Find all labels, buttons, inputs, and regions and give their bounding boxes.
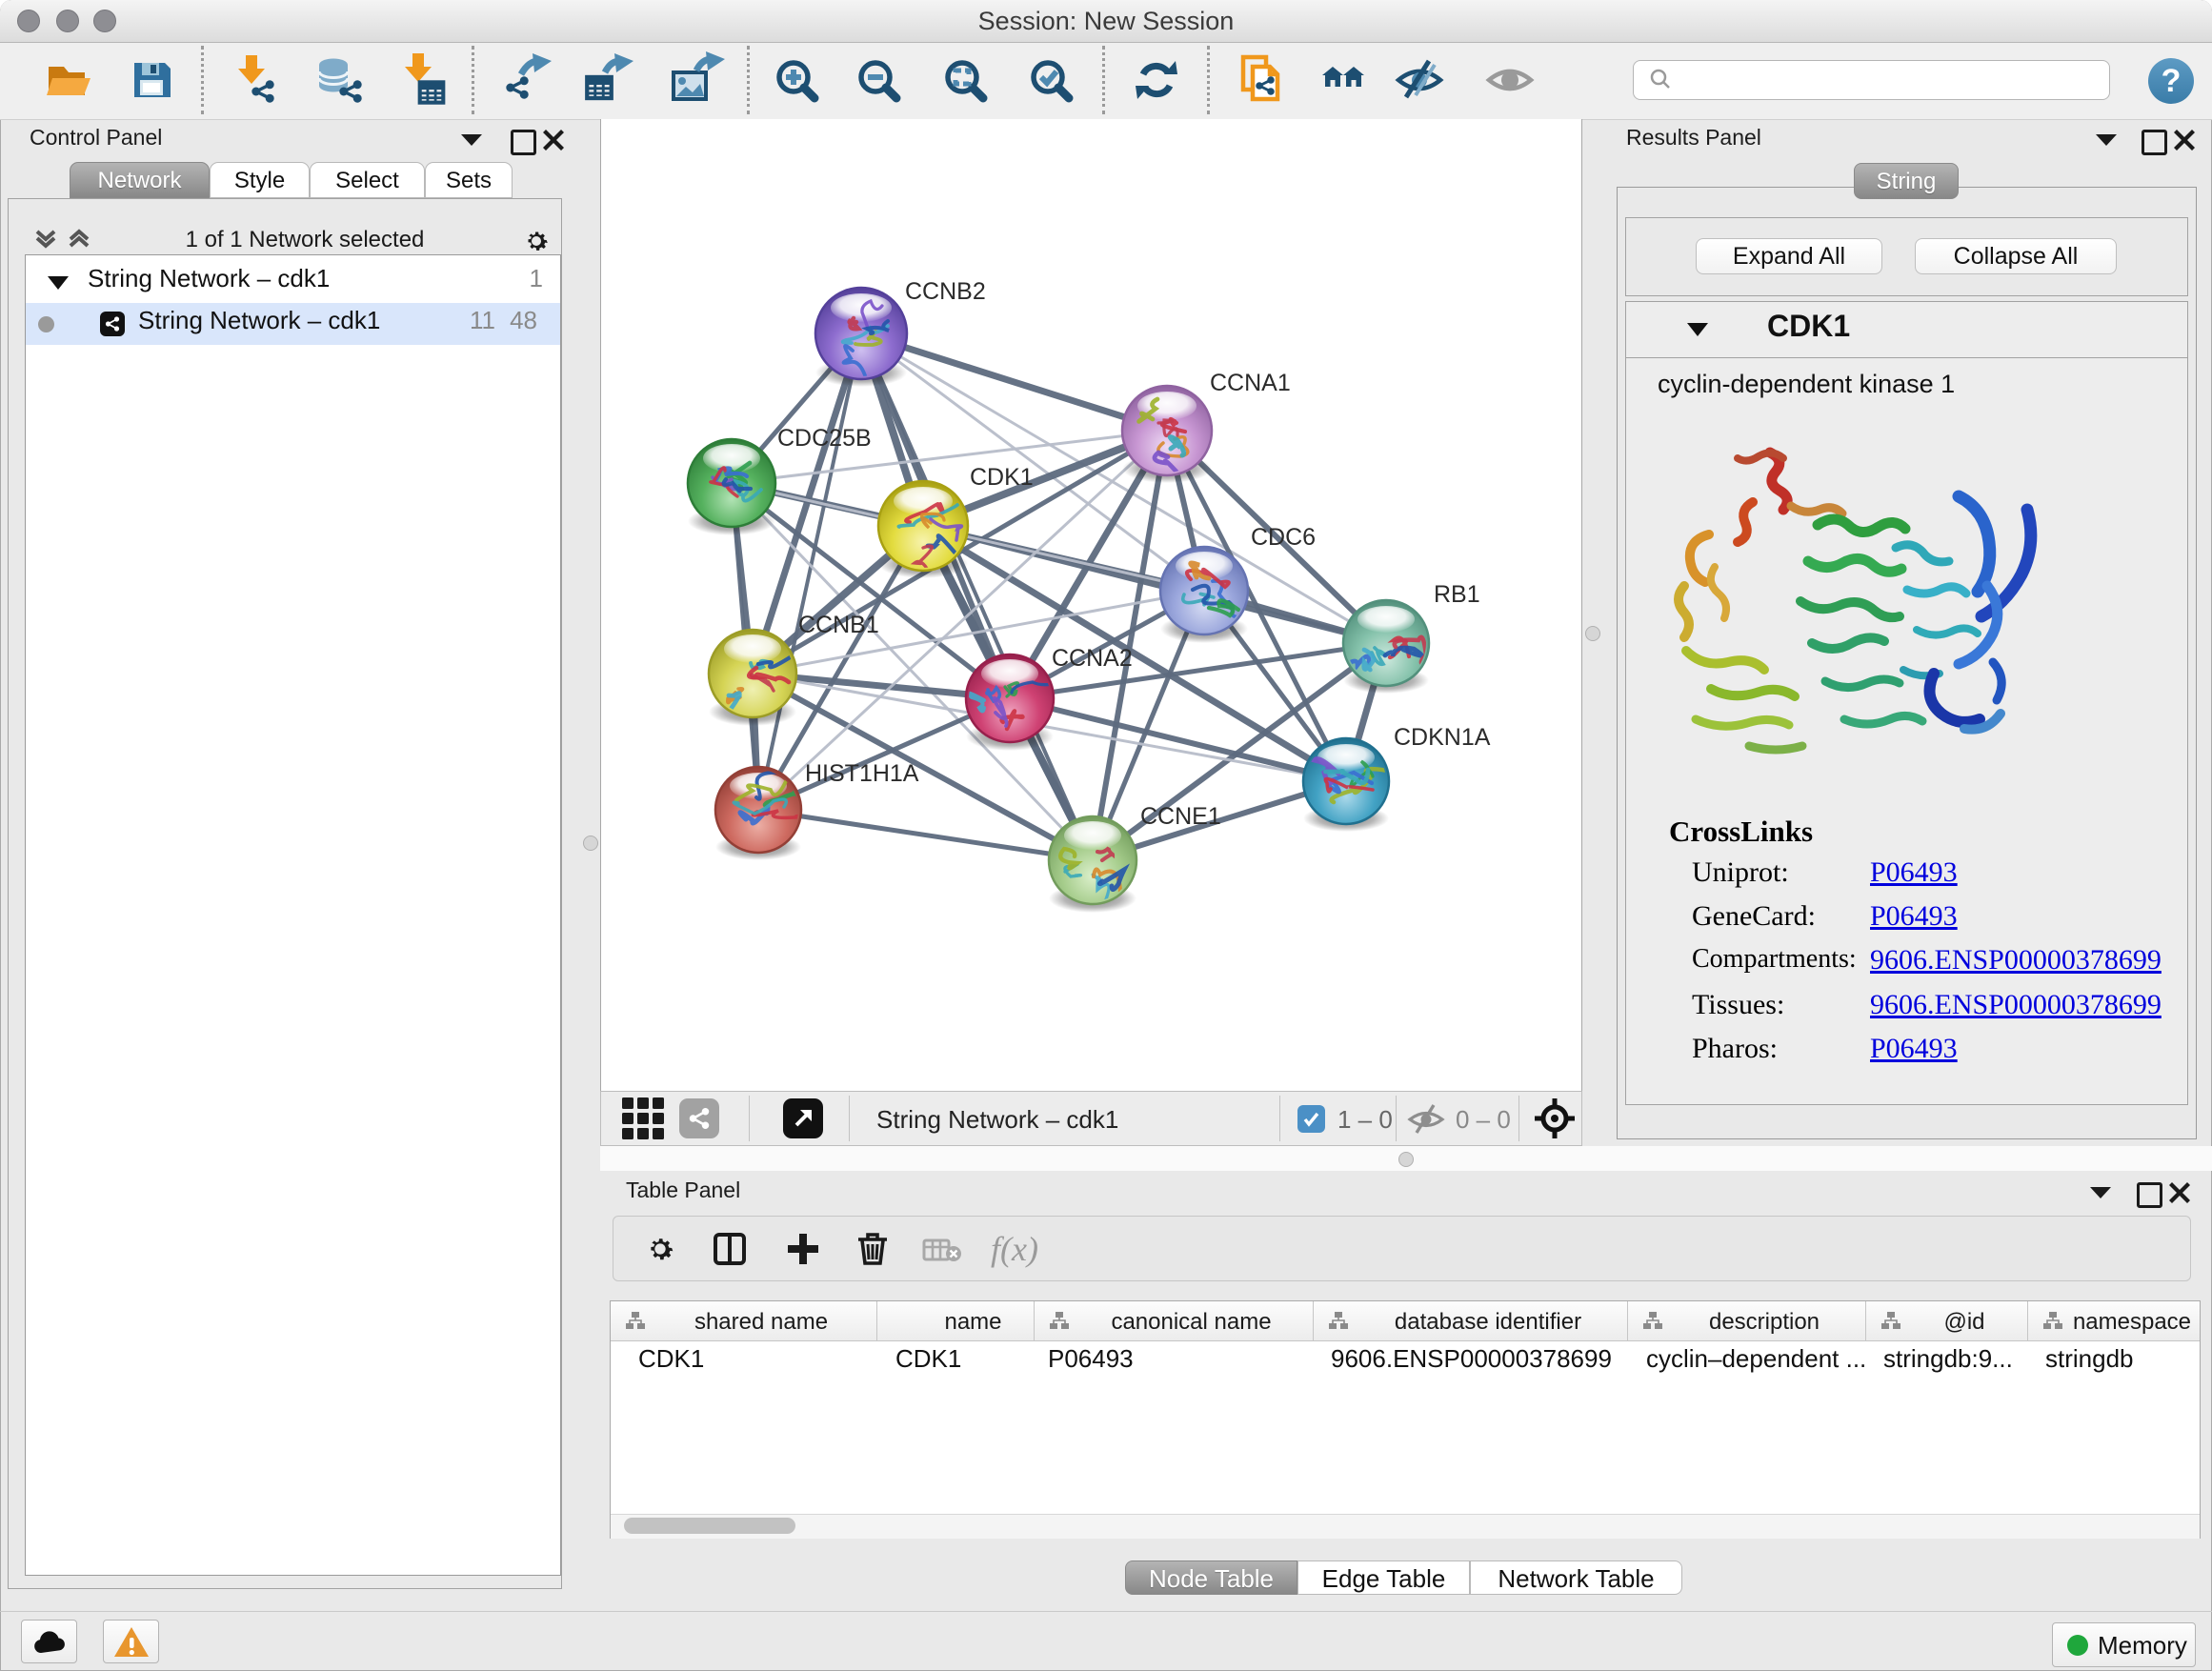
- svg-text:CCNA1: CCNA1: [1210, 370, 1291, 396]
- svg-text:HIST1H1A: HIST1H1A: [805, 760, 919, 787]
- svg-text:CCNB1: CCNB1: [798, 612, 879, 638]
- svg-text:CDK1: CDK1: [970, 464, 1034, 491]
- svg-text:CDC25B: CDC25B: [777, 425, 872, 452]
- svg-text:CDKN1A: CDKN1A: [1394, 724, 1491, 751]
- svg-text:RB1: RB1: [1434, 581, 1480, 608]
- svg-text:CCNA2: CCNA2: [1052, 645, 1133, 672]
- svg-text:CDC6: CDC6: [1251, 524, 1316, 551]
- svg-text:CCNB2: CCNB2: [905, 278, 986, 305]
- svg-text:CCNE1: CCNE1: [1140, 803, 1221, 830]
